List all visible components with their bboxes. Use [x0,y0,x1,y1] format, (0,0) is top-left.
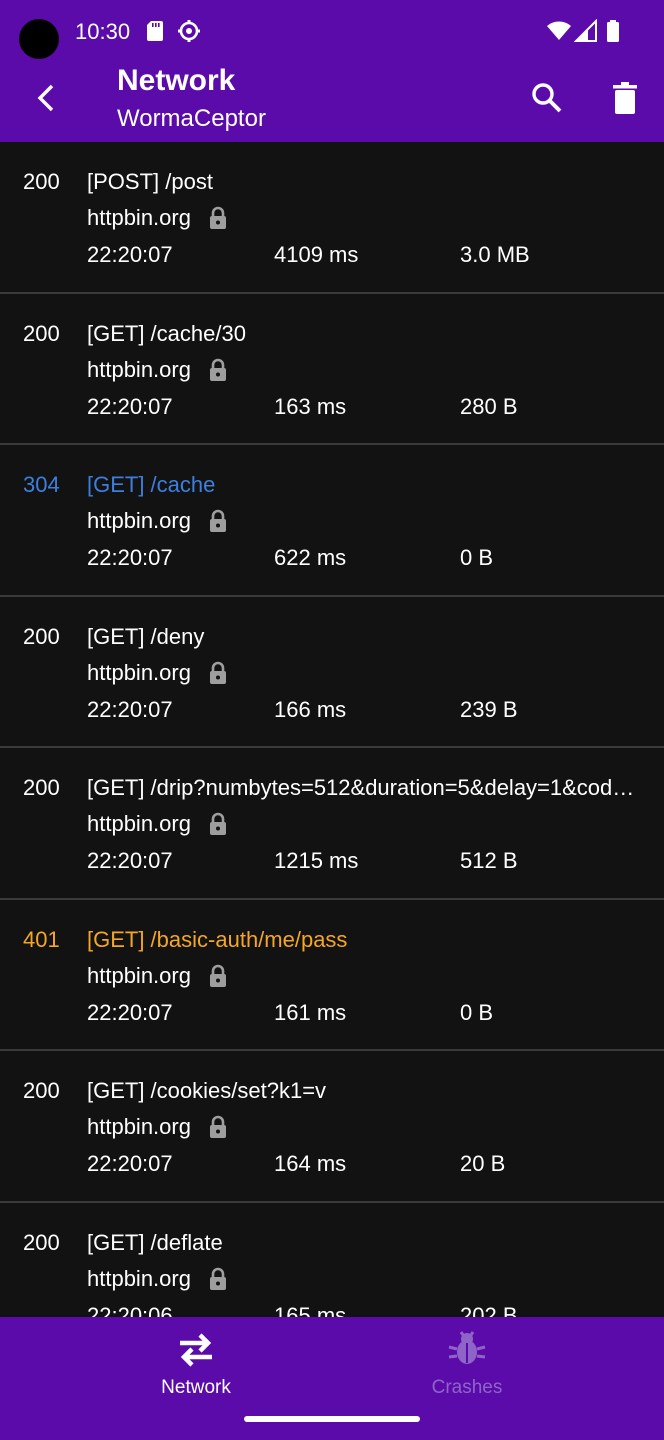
request-time: 22:20:07 [87,393,173,419]
request-host: httpbin.org [87,1265,191,1291]
request-duration: 164 ms [274,1151,347,1176]
app-bar: Network WormaCeptor [0,62,664,142]
status-code: 304 [23,472,60,497]
request-duration: 4109 ms [274,242,359,267]
request-path: [POST] /post [87,169,213,194]
request-path: [GET] /drip?numbytes=512&duration=5&dela… [87,775,642,800]
lock-icon [210,812,226,835]
lock-icon [210,509,226,532]
wifi-icon [547,21,571,40]
search-icon[interactable] [527,78,567,118]
response-size: 0 B [460,999,494,1025]
lock-icon [210,358,226,381]
request-path: [GET] /cookies/set?k1=v [87,1078,327,1103]
transaction-list[interactable]: 200 [POST] /post httpbin.org 22:20:07 4109 m… [0,142,664,1317]
status-code: 200 [23,623,60,649]
transaction-row[interactable]: 200 [GET] /cache/30 httpbin.org 22:20:07 163… [0,294,664,445]
request-host: httpbin.org [87,962,191,988]
request-path: [GET] /cache [87,472,216,497]
sd-card-icon [147,21,163,41]
home-indicator[interactable] [244,1416,420,1422]
lock-icon [210,964,226,987]
request-time: 22:20:07 [87,696,173,722]
nav-crashes-label: Crashes [431,1377,503,1398]
status-code: 200 [23,320,60,346]
transaction-row[interactable]: 200 [POST] /post httpbin.org 22:20:07 4109 m… [0,142,664,294]
status-code: 200 [23,775,60,800]
response-size: 3.0 MB [460,242,530,267]
request-duration: 166 ms [274,696,347,722]
request-host: httpbin.org [87,1114,191,1139]
transaction-row[interactable]: 200 [GET] /deny httpbin.org 22:20:07 166 ms 2… [0,597,664,748]
request-time: 22:20:07 [87,1151,173,1176]
request-duration: 163 ms [274,393,347,419]
transaction-row[interactable]: 401 [GET] /basic-auth/me/pass httpbin.org 2… [0,900,664,1051]
request-duration: 165 ms [274,1302,347,1318]
request-duration: 622 ms [274,545,347,570]
transaction-row[interactable]: 304 [GET] /cache httpbin.org 22:20:07 622 ms… [0,445,664,597]
lock-icon [210,661,226,684]
request-path: [GET] /deny [87,623,205,649]
request-host: httpbin.org [87,811,191,836]
request-host: httpbin.org [87,659,191,685]
status-code: 200 [23,1229,60,1255]
status-code: 200 [23,1078,60,1103]
transaction-row[interactable]: 200 [GET] /cookies/set?k1=v httpbin.org 22:… [0,1051,664,1203]
nav-network-label: Network [161,1377,231,1398]
response-size: 239 B [460,696,518,722]
response-size: 512 B [460,848,518,873]
request-time: 22:20:07 [87,999,173,1025]
request-duration: 1215 ms [274,848,359,873]
nav-crashes-tab[interactable]: Crashes [367,1329,567,1409]
request-time: 22:20:07 [87,545,173,570]
status-bar: 10:30 [0,0,664,62]
response-size: 20 B [460,1151,506,1176]
back-arrow-icon[interactable] [26,78,66,118]
request-host: httpbin.org [87,356,191,382]
swap-arrows-icon [180,1333,212,1367]
request-path: [GET] /basic-auth/me/pass [87,926,348,952]
camera-cutout [19,19,59,59]
lock-icon [210,1115,226,1138]
request-time: 22:20:07 [87,242,173,267]
request-host: httpbin.org [87,508,191,533]
lock-icon [210,1267,226,1290]
battery-icon [607,20,619,42]
status-time: 10:30 [75,19,131,44]
request-duration: 161 ms [274,999,347,1025]
delete-icon[interactable] [605,78,645,118]
bottom-navigation: Network Crashes [0,1317,664,1440]
request-host: httpbin.org [87,205,191,230]
status-code: 401 [23,926,60,952]
nav-network-tab[interactable]: Network [96,1329,296,1409]
request-path: [GET] /cache/30 [87,320,246,346]
page-subtitle: WormaCeptor [117,105,266,132]
settings-notification-icon [178,20,200,42]
page-title: Network [117,64,236,97]
lock-icon [210,206,226,229]
status-code: 200 [23,169,60,194]
response-size: 0 B [460,545,494,570]
bug-icon [448,1331,486,1364]
response-size: 202 B [460,1302,518,1318]
request-time: 22:20:07 [87,848,173,873]
request-time: 22:20:06 [87,1302,173,1318]
transaction-row[interactable]: 200 [GET] /deflate httpbin.org 22:20:06 165 … [0,1203,664,1318]
request-path: [GET] /deflate [87,1229,223,1255]
transaction-row[interactable]: 200 [GET] /drip?numbytes=512&duration=5&d… [0,748,664,900]
response-size: 280 B [460,393,518,419]
cell-signal-icon [574,19,597,42]
